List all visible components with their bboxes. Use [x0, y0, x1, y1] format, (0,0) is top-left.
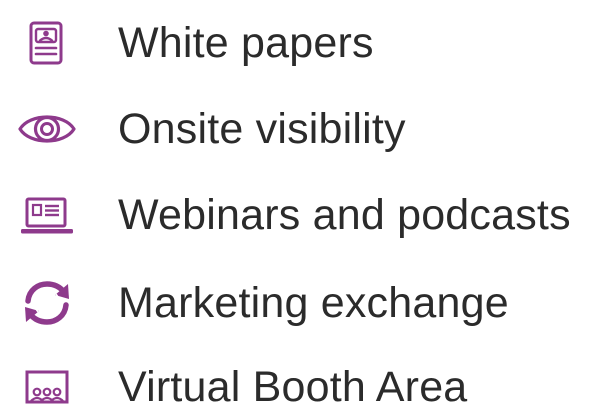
feature-label: White papers	[118, 19, 374, 67]
feature-label: Virtual Booth Area	[118, 363, 468, 411]
laptop-icon	[18, 192, 76, 238]
exchange-arrows-icon	[18, 280, 76, 326]
feature-label: Webinars and podcasts	[118, 191, 571, 239]
eye-icon	[18, 106, 76, 152]
feature-virtual-booth-area: Virtual Booth Area	[0, 357, 590, 417]
feature-list: White papers Onsite visibility Webinars …	[0, 0, 590, 417]
document-person-icon	[18, 20, 76, 66]
feature-webinars-podcasts: Webinars and podcasts	[0, 185, 590, 245]
booth-icon	[18, 364, 76, 410]
feature-marketing-exchange: Marketing exchange	[0, 273, 590, 333]
feature-label: Marketing exchange	[118, 279, 509, 327]
feature-white-papers: White papers	[0, 13, 590, 73]
feature-label: Onsite visibility	[118, 105, 406, 153]
feature-onsite-visibility: Onsite visibility	[0, 99, 590, 159]
